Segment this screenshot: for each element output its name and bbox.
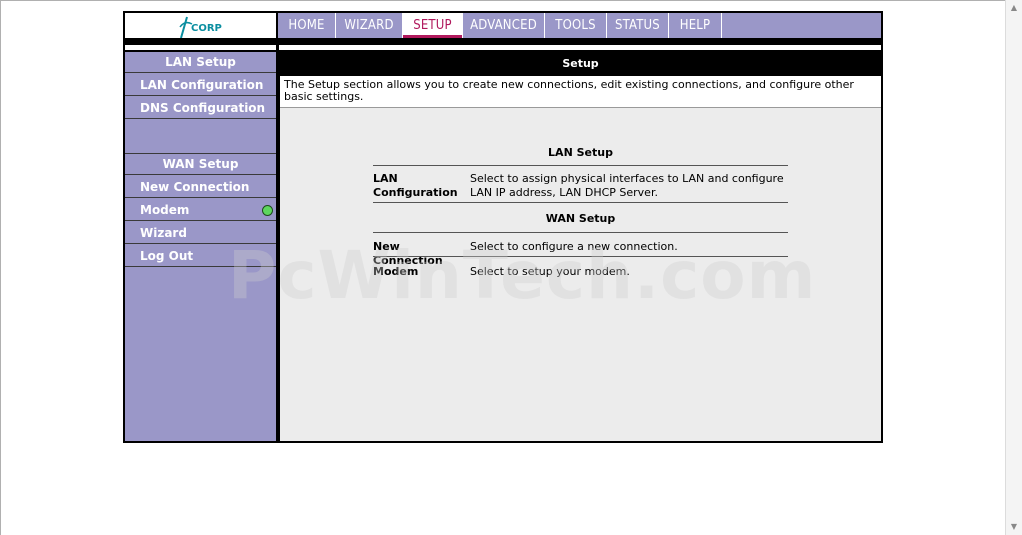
scroll-down-icon[interactable]: ▼ xyxy=(1006,519,1022,535)
row-label-lan-configuration: LAN Configuration xyxy=(373,172,458,199)
sidebar-item-log-out[interactable]: Log Out xyxy=(125,246,276,267)
tab-advanced[interactable]: ADVANCED xyxy=(463,13,545,38)
sidebar-item-modem-label: Modem xyxy=(140,203,190,217)
sidebar-item-dns-configuration[interactable]: DNS Configuration xyxy=(125,98,276,119)
page-border-top xyxy=(0,0,1005,1)
vertical-scrollbar[interactable]: ▲ ▼ xyxy=(1005,0,1022,535)
svg-text:CORP: CORP xyxy=(191,23,222,34)
section-divider xyxy=(373,256,788,257)
tab-tools[interactable]: TOOLS xyxy=(545,13,607,38)
status-dot-icon xyxy=(262,205,273,216)
section-divider xyxy=(373,232,788,233)
scroll-up-icon[interactable]: ▲ xyxy=(1006,0,1022,16)
top-nav: HOME WIZARD SETUP ADVANCED TOOLS STATUS … xyxy=(278,13,881,38)
row-text-modem: Select to setup your modem. xyxy=(470,265,630,278)
tab-home[interactable]: HOME xyxy=(278,13,336,38)
router-frame: CORP HOME WIZARD SETUP ADVANCED TOOLS ST… xyxy=(123,11,883,443)
sidebar-item-modem[interactable]: Modem xyxy=(125,200,276,221)
row-text-new-connection: Select to configure a new connection. xyxy=(470,240,678,253)
logo-cell: CORP xyxy=(125,13,276,39)
tab-wizard[interactable]: WIZARD xyxy=(336,13,403,38)
sidebar-top-strip xyxy=(125,45,276,50)
page-title: Setup xyxy=(280,52,881,76)
sidebar-header-lan-setup[interactable]: LAN Setup xyxy=(125,52,276,73)
row-text-lan-configuration: Select to assign physical interfaces to … xyxy=(470,172,784,199)
tab-setup[interactable]: SETUP xyxy=(403,13,463,38)
tab-status[interactable]: STATUS xyxy=(607,13,669,38)
main-top-strip xyxy=(279,45,881,50)
page-description: The Setup section allows you to create n… xyxy=(280,76,881,108)
sidebar-item-new-connection[interactable]: New Connection xyxy=(125,177,276,198)
section-title-wan-setup: WAN Setup xyxy=(545,212,616,225)
tab-help[interactable]: HELP xyxy=(669,13,722,38)
row-label-modem: Modem xyxy=(373,265,419,278)
sidebar-item-wizard[interactable]: Wizard xyxy=(125,223,276,244)
sidebar: LAN Setup LAN Configuration DNS Configur… xyxy=(125,52,276,441)
row-label-new-connection: New Connection xyxy=(373,240,443,267)
section-divider xyxy=(373,165,788,166)
header-divider xyxy=(123,38,883,45)
acorp-logo: CORP xyxy=(179,16,222,39)
main-content: Setup The Setup section allows you to cr… xyxy=(280,52,881,441)
sidebar-spacer xyxy=(125,121,276,154)
page-border-left xyxy=(0,0,1,535)
section-title-lan-setup: LAN Setup xyxy=(548,146,613,159)
section-divider xyxy=(373,202,788,203)
sidebar-item-lan-configuration[interactable]: LAN Configuration xyxy=(125,75,276,96)
sidebar-header-wan-setup[interactable]: WAN Setup xyxy=(125,154,276,175)
